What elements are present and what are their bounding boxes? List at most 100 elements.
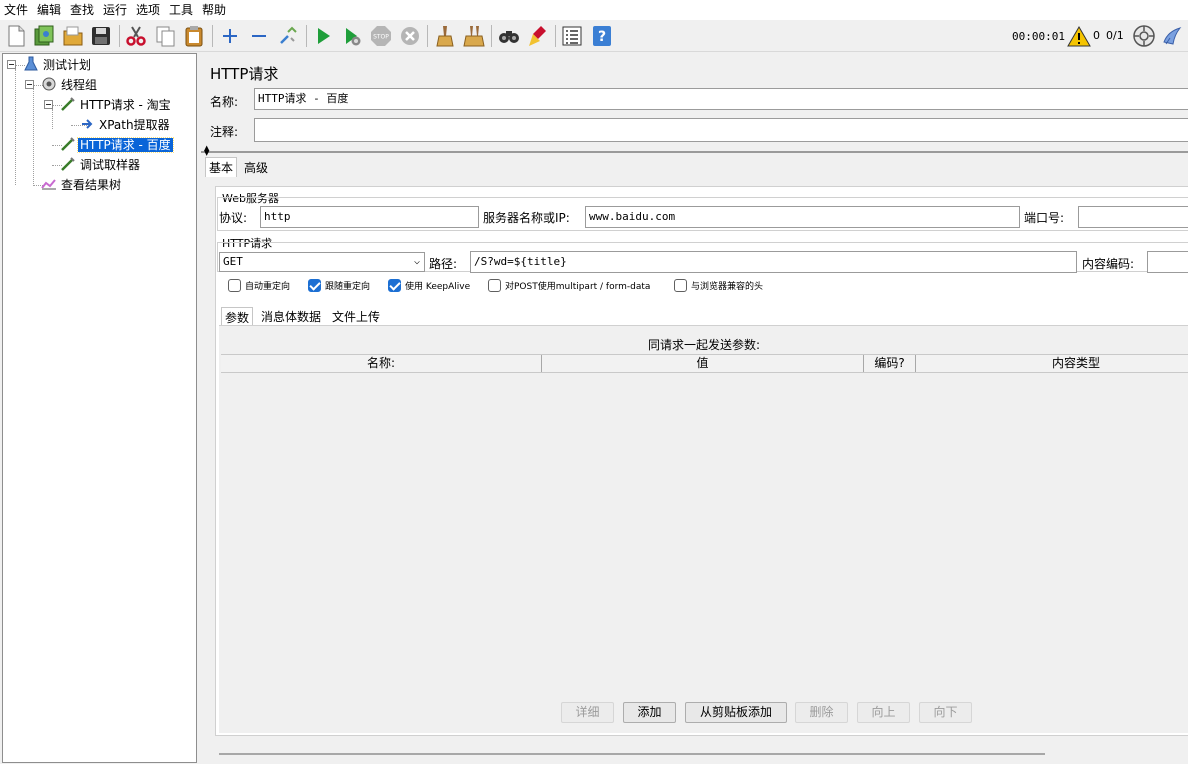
delete-button[interactable]: 删除: [795, 702, 848, 723]
clear-icon[interactable]: [433, 24, 457, 48]
horizontal-scrollbar[interactable]: [219, 753, 1045, 755]
test-plan-tree[interactable]: 测试计划 线程组 HTTP请求 - 淘宝 XPath提取器 HTTP请求 - 百…: [2, 53, 197, 763]
add-button[interactable]: 添加: [623, 702, 676, 723]
extractor-icon: [79, 116, 95, 132]
tree-node-http-taobao[interactable]: HTTP请求 - 淘宝: [60, 96, 173, 114]
auto-redirect-checkbox[interactable]: 自动重定向: [228, 279, 290, 292]
column-header-name[interactable]: 名称:: [221, 355, 542, 372]
search-icon[interactable]: [497, 24, 521, 48]
keepalive-checkbox[interactable]: 使用 KeepAlive: [388, 279, 470, 292]
encoding-field[interactable]: [1147, 251, 1188, 273]
warning-count: 0: [1093, 29, 1100, 42]
toolbar-separator: [555, 25, 556, 47]
server-field[interactable]: www.baidu.com: [585, 206, 1020, 228]
tree-collapse-toggle[interactable]: [7, 60, 16, 69]
reset-search-icon[interactable]: [526, 24, 550, 48]
menu-help[interactable]: 帮助: [200, 2, 228, 18]
tree-node-debug-sampler[interactable]: 调试取样器: [60, 156, 142, 174]
copy-icon[interactable]: [153, 24, 177, 48]
menu-file[interactable]: 文件: [2, 2, 30, 18]
threads-active: 0/1: [1106, 29, 1124, 42]
tree-node-test-plan[interactable]: 测试计划: [23, 56, 93, 74]
name-field[interactable]: HTTP请求 - 百度: [254, 88, 1188, 110]
menu-tools[interactable]: 工具: [167, 2, 195, 18]
method-select[interactable]: GET ⌵: [219, 252, 425, 272]
encoding-label: 内容编码:: [1082, 257, 1135, 271]
toolbar-separator: [427, 25, 428, 47]
tree-collapse-toggle[interactable]: [25, 80, 34, 89]
move-down-button[interactable]: 向下: [919, 702, 972, 723]
expand-icon[interactable]: [218, 24, 242, 48]
column-header-content-type[interactable]: 内容类型: [916, 355, 1188, 372]
tab-basic[interactable]: 基本: [205, 157, 238, 177]
new-icon[interactable]: [4, 24, 28, 48]
tab-advanced[interactable]: 高级: [241, 158, 271, 177]
divider-arrows-icon[interactable]: ▲ ▼: [204, 145, 209, 157]
parameters-table-body[interactable]: [221, 373, 1188, 673]
start-no-pause-icon[interactable]: [340, 24, 364, 48]
move-up-button[interactable]: 向上: [857, 702, 910, 723]
checkbox-box[interactable]: [228, 279, 241, 292]
function-helper-icon[interactable]: [560, 24, 584, 48]
save-icon[interactable]: [89, 24, 113, 48]
toolbar-separator: [119, 25, 120, 47]
http-request-editor: HTTP请求 名称: HTTP请求 - 百度 注释: ▲ ▼ 基本 高级 Web服…: [201, 53, 1188, 764]
tree-node-http-baidu[interactable]: HTTP请求 - 百度: [60, 136, 174, 154]
detail-button[interactable]: 详细: [561, 702, 614, 723]
follow-redirect-checkbox[interactable]: 跟随重定向: [308, 279, 370, 292]
add-from-clipboard-button[interactable]: 从剪贴板添加: [685, 702, 787, 723]
warning-icon[interactable]: [1067, 25, 1091, 49]
comment-field[interactable]: [254, 118, 1188, 142]
cut-icon[interactable]: [124, 24, 148, 48]
protocol-field[interactable]: http: [260, 206, 479, 228]
toolbar-separator: [491, 25, 492, 47]
toggle-icon[interactable]: [276, 24, 300, 48]
checkbox-box-checked[interactable]: [388, 279, 401, 292]
parameters-table-header: 名称: 值 编码? 内容类型: [221, 354, 1188, 373]
menu-edit[interactable]: 编辑: [35, 2, 63, 18]
page-title: HTTP请求: [210, 65, 279, 83]
column-header-encode[interactable]: 编码?: [864, 355, 916, 372]
tree-node-view-results-tree[interactable]: 查看结果树: [41, 176, 123, 194]
start-icon[interactable]: [311, 24, 335, 48]
collapse-icon[interactable]: [247, 24, 271, 48]
remote-status-icon: [1132, 24, 1156, 48]
port-label: 端口号:: [1024, 211, 1065, 225]
listener-icon: [41, 176, 57, 192]
elapsed-time: 00:00:01: [1012, 30, 1065, 43]
browser-compatible-headers-checkbox[interactable]: 与浏览器兼容的头: [674, 279, 763, 292]
column-header-value[interactable]: 值: [542, 355, 864, 372]
checkbox-box[interactable]: [488, 279, 501, 292]
path-field[interactable]: /S?wd=${title}: [470, 251, 1077, 273]
help-icon[interactable]: ?: [590, 24, 614, 48]
open-icon[interactable]: [61, 24, 85, 48]
menu-run[interactable]: 运行: [101, 2, 129, 18]
menu-options[interactable]: 选项: [134, 2, 162, 18]
menu-search[interactable]: 查找: [68, 2, 96, 18]
tab-body-data[interactable]: 消息体数据: [258, 307, 324, 326]
checkbox-box-checked[interactable]: [308, 279, 321, 292]
parameters-caption: 同请求一起发送参数:: [647, 338, 761, 352]
path-label: 路径:: [429, 257, 458, 271]
svg-text:?: ?: [598, 29, 606, 45]
comment-label: 注释:: [210, 125, 239, 139]
tab-files-upload[interactable]: 文件上传: [329, 307, 383, 326]
port-field[interactable]: [1078, 206, 1188, 228]
tree-collapse-toggle[interactable]: [44, 100, 53, 109]
toolbar-separator: [212, 25, 213, 47]
tree-node-xpath-extractor[interactable]: XPath提取器: [79, 116, 172, 134]
sampler-icon: [60, 156, 76, 172]
shutdown-icon[interactable]: [398, 24, 422, 48]
stop-icon[interactable]: STOP: [369, 24, 393, 48]
logger-icon[interactable]: [1160, 24, 1184, 48]
clear-all-icon[interactable]: [462, 24, 486, 48]
paste-icon[interactable]: [182, 24, 206, 48]
panel-divider[interactable]: [201, 151, 1188, 153]
thread-group-icon: [41, 76, 57, 92]
templates-icon[interactable]: [32, 24, 56, 48]
menu-bar: 文件 编辑 查找 运行 选项 工具 帮助: [0, 0, 1188, 20]
tab-parameters[interactable]: 参数: [221, 307, 254, 327]
tree-node-thread-group[interactable]: 线程组: [41, 76, 99, 94]
multipart-checkbox[interactable]: 对POST使用multipart / form-data: [488, 279, 650, 292]
checkbox-box[interactable]: [674, 279, 687, 292]
